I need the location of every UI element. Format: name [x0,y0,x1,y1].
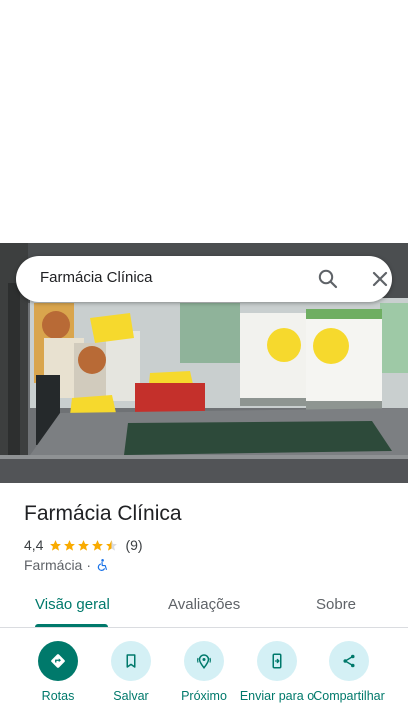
star-half-icon [106,539,118,551]
rating-value: 4,4 [24,537,44,553]
search-input[interactable]: Farmácia Clínica [40,269,153,286]
directions-button[interactable]: Rotas [20,641,96,703]
send-to-phone-icon [257,641,297,681]
share-button[interactable]: Compartilhar [311,641,387,703]
star-full-icon [78,539,90,551]
place-title: Farmácia Clínica [24,502,182,525]
star-full-icon [92,539,104,551]
app-screen: Farmácia Clínica Farmácia Clínica 4,4 (9… [0,0,408,726]
bookmark-icon [111,641,151,681]
separator-dot: · [86,557,92,573]
star-full-icon [50,539,62,551]
star-full-icon [64,539,76,551]
send-to-phone-label: Enviar para o [239,689,315,703]
review-count[interactable]: (9) [125,537,142,553]
tab-about[interactable]: Sobre [316,596,356,613]
share-label: Compartilhar [313,689,385,703]
directions-label: Rotas [41,689,75,703]
wheelchair-accessible-icon [97,559,107,571]
rating-stars [49,539,119,552]
place-category: Farmácia [24,557,83,573]
nearby-icon [184,641,224,681]
rating-row[interactable]: 4,4 (9) [24,536,143,554]
nearby-button[interactable]: Próximo [166,641,242,703]
search-icon[interactable] [316,267,340,291]
send-to-phone-button[interactable]: Enviar para o [239,641,315,703]
tab-reviews[interactable]: Avaliações [168,596,240,613]
save-button[interactable]: Salvar [93,641,169,703]
tab-bar: Visão geral Avaliações Sobre [0,584,408,628]
map-area-blank [0,0,408,243]
save-label: Salvar [113,689,149,703]
nearby-label: Próximo [181,689,227,703]
share-icon [329,641,369,681]
tab-overview[interactable]: Visão geral [35,596,110,613]
directions-icon [38,641,78,681]
close-icon[interactable] [368,267,392,291]
search-bar[interactable]: Farmácia Clínica [16,256,392,302]
category-row: Farmácia · [24,556,109,574]
active-tab-indicator [35,624,108,627]
